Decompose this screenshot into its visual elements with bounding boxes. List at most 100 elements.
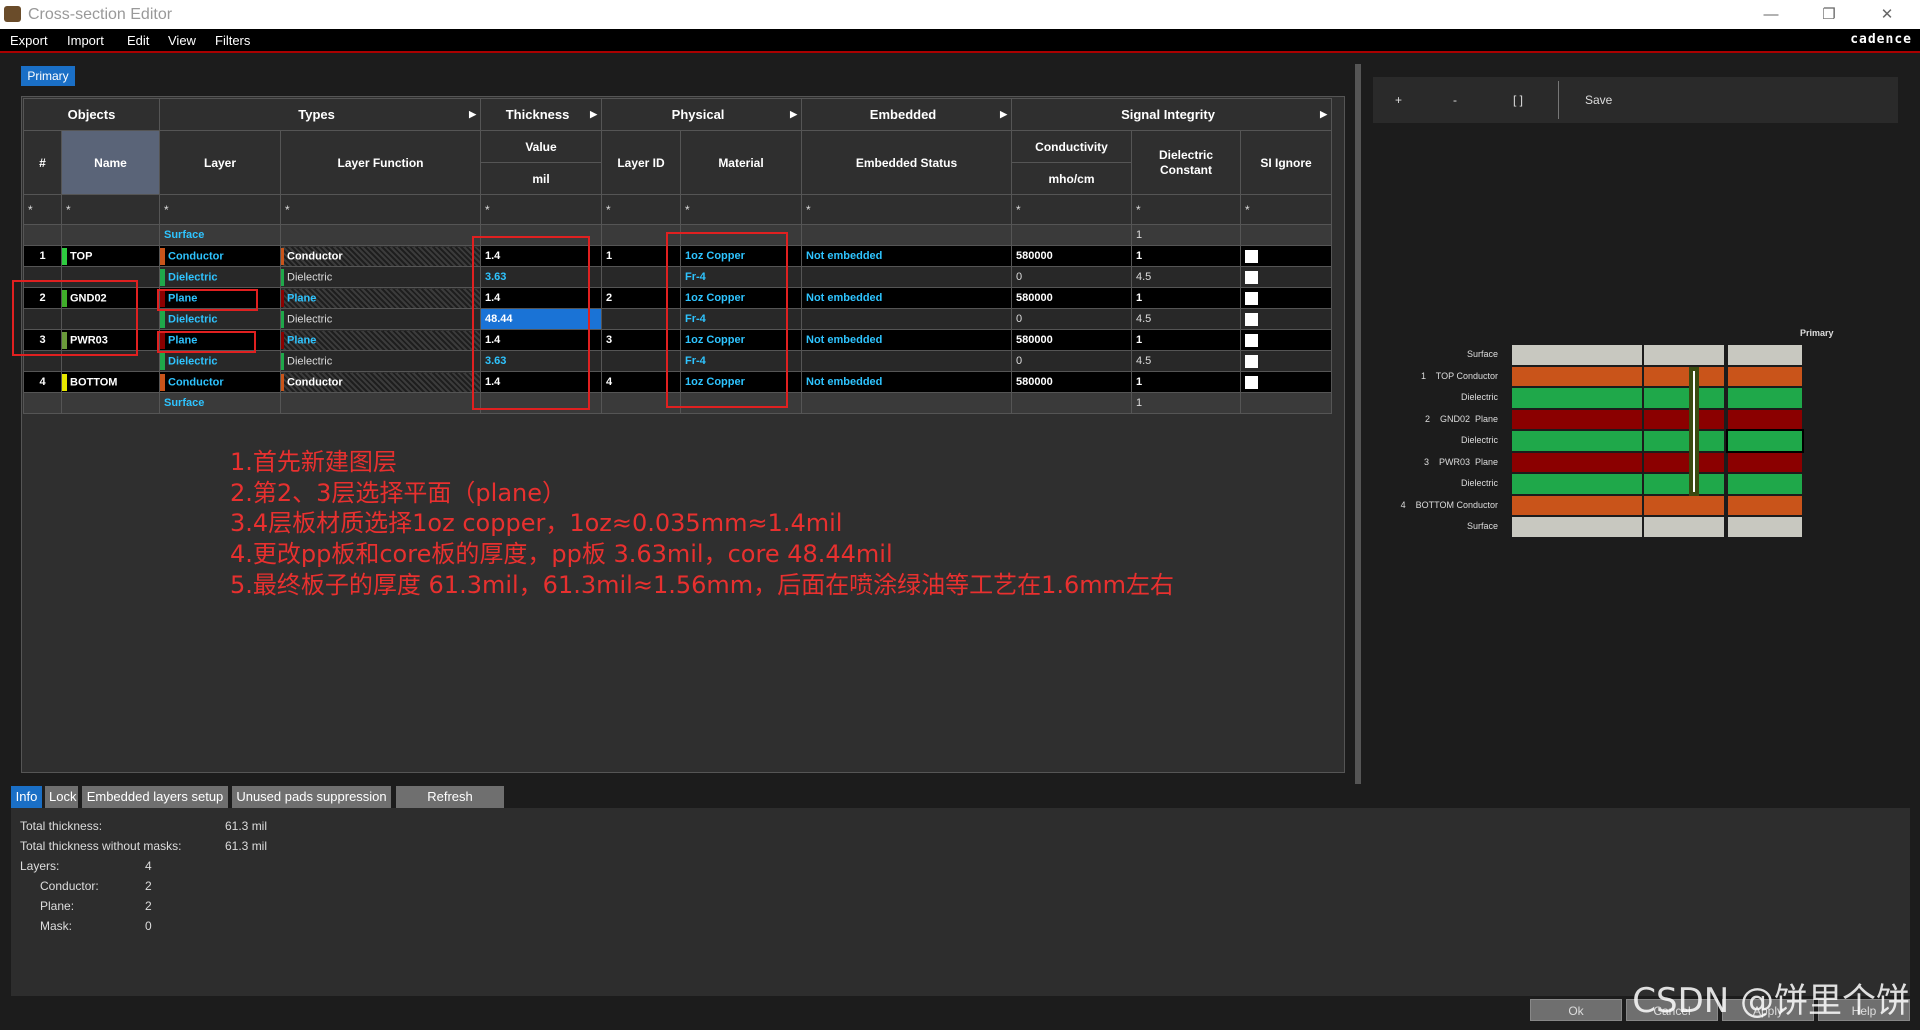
preview-plane-bar[interactable] [1644,452,1724,472]
menu-view[interactable]: View [163,29,201,51]
preview-dielectric-bar[interactable] [1728,388,1802,408]
menu-edit[interactable]: Edit [122,29,154,51]
splitter[interactable] [1355,64,1361,784]
preview-surface-bar[interactable] [1644,345,1724,365]
cell-layer[interactable]: Surface [159,392,281,414]
preview-conductor-bar[interactable] [1728,366,1802,386]
col-layer-function[interactable]: Layer Function [280,130,481,195]
cell-name[interactable]: TOP [61,245,160,267]
preview-dielectric-bar[interactable] [1512,431,1642,451]
tab-refresh-materials[interactable]: Refresh materials [396,786,504,826]
cell-si-ignore[interactable] [1240,308,1332,330]
si-ignore-checkbox[interactable] [1245,312,1258,326]
si-ignore-checkbox[interactable] [1245,249,1258,263]
cell-dielectric-constant[interactable]: 1 [1131,371,1241,393]
minimize-button[interactable]: — [1748,0,1794,29]
preview-surface-bar[interactable] [1644,517,1724,537]
cell-si-ignore[interactable] [1240,266,1332,288]
cell-layer-function[interactable] [280,392,481,414]
tab-unused-pads-suppression[interactable]: Unused pads suppression [232,786,391,808]
cell-dielectric-constant[interactable]: 1 [1131,224,1241,246]
add-button[interactable]: + [1395,77,1402,123]
col-conductivity[interactable]: Conductivity [1011,130,1132,163]
cell-layer[interactable]: Conductor [159,371,281,393]
header-embedded[interactable]: Embedded ▶ [801,98,1012,131]
cell-layer-function[interactable]: Plane [280,329,481,351]
menu-export[interactable]: Export [5,29,53,51]
remove-button[interactable]: - [1453,77,1457,123]
cell-conductivity[interactable]: 0 [1011,308,1132,330]
cell-layer[interactable]: Surface [159,224,281,246]
cell-dielectric-constant[interactable]: 4.5 [1131,308,1241,330]
cell-dielectric-constant[interactable]: 1 [1131,245,1241,267]
cell-dielectric-constant[interactable]: 1 [1131,287,1241,309]
filter-cell[interactable]: * [61,194,160,225]
cell-layer-function[interactable]: Conductor [280,245,481,267]
col-layer-id[interactable]: Layer ID [601,130,681,195]
header-types[interactable]: Types ▶ [159,98,481,131]
preview-dielectric-bar[interactable] [1512,474,1642,494]
tab-primary[interactable]: Primary [21,66,75,86]
col-name[interactable]: Name [61,130,160,195]
preview-dielectric-bar[interactable] [1644,431,1724,451]
cell-dielectric-constant[interactable]: 4.5 [1131,266,1241,288]
filter-cell[interactable]: * [601,194,681,225]
cell-embedded-status[interactable] [801,266,1012,288]
cell-layer-function[interactable]: Plane [280,287,481,309]
cell-conductivity[interactable]: 0 [1011,350,1132,372]
cell-name[interactable] [61,224,160,246]
filter-cell[interactable]: * [480,194,602,225]
col-layer[interactable]: Layer [159,130,281,195]
cell-embedded-status[interactable]: Not embedded [801,287,1012,309]
expand-icon[interactable]: ▶ [790,109,797,120]
cell-layer-function[interactable]: Dielectric [280,350,481,372]
cell-dielectric-constant[interactable]: 1 [1131,329,1241,351]
cell-conductivity[interactable]: 0 [1011,266,1132,288]
cell-name[interactable]: BOTTOM [61,371,160,393]
preview-dielectric-bar[interactable] [1644,388,1724,408]
filter-cell[interactable]: * [1240,194,1332,225]
cell-si-ignore[interactable] [1240,371,1332,393]
preview-conductor-bar[interactable] [1728,495,1802,515]
cell-layer[interactable]: Dielectric [159,266,281,288]
col-dielectric-constant[interactable]: Dielectric Constant [1131,130,1241,195]
col-embedded-status[interactable]: Embedded Status [801,130,1012,195]
cell-num[interactable]: 1 [23,245,62,267]
preview-conductor-bar[interactable] [1512,495,1642,515]
expand-icon[interactable]: ▶ [590,109,597,120]
cell-num[interactable]: 4 [23,371,62,393]
cell-conductivity[interactable]: 580000 [1011,287,1132,309]
col-num[interactable]: # [23,130,62,195]
cell-si-ignore[interactable] [1240,329,1332,351]
cell-embedded-status[interactable] [801,224,1012,246]
tab-embedded-layers-setup[interactable]: Embedded layers setup [82,786,228,808]
si-ignore-checkbox[interactable] [1245,354,1258,368]
cell-num[interactable] [23,392,62,414]
filter-cell[interactable]: * [680,194,802,225]
header-physical[interactable]: Physical ▶ [601,98,802,131]
preview-surface-bar[interactable] [1512,345,1642,365]
cell-layer-function[interactable]: Conductor [280,371,481,393]
menu-import[interactable]: Import [62,29,109,51]
cell-conductivity[interactable]: 580000 [1011,329,1132,351]
filter-cell[interactable]: * [801,194,1012,225]
col-material[interactable]: Material [680,130,802,195]
cell-embedded-status[interactable]: Not embedded [801,329,1012,351]
cell-embedded-status[interactable] [801,392,1012,414]
col-value[interactable]: Value [480,130,602,163]
cell-layer[interactable]: Dielectric [159,308,281,330]
cell-layer-function[interactable]: Dielectric [280,308,481,330]
expand-icon[interactable]: ▶ [469,109,476,120]
layer-color-swatch[interactable] [62,373,67,391]
menu-filters[interactable]: Filters [210,29,255,51]
cell-dielectric-constant[interactable]: 4.5 [1131,350,1241,372]
cell-conductivity[interactable] [1011,224,1132,246]
preview-conductor-bar[interactable] [1512,366,1642,386]
si-ignore-checkbox[interactable] [1245,333,1258,347]
filter-cell[interactable]: * [280,194,481,225]
preview-plane-bar[interactable] [1644,409,1724,429]
preview-dielectric-bar[interactable] [1512,388,1642,408]
col-si-ignore[interactable]: SI Ignore [1240,130,1332,195]
filter-cell[interactable]: * [159,194,281,225]
cell-si-ignore[interactable] [1240,350,1332,372]
